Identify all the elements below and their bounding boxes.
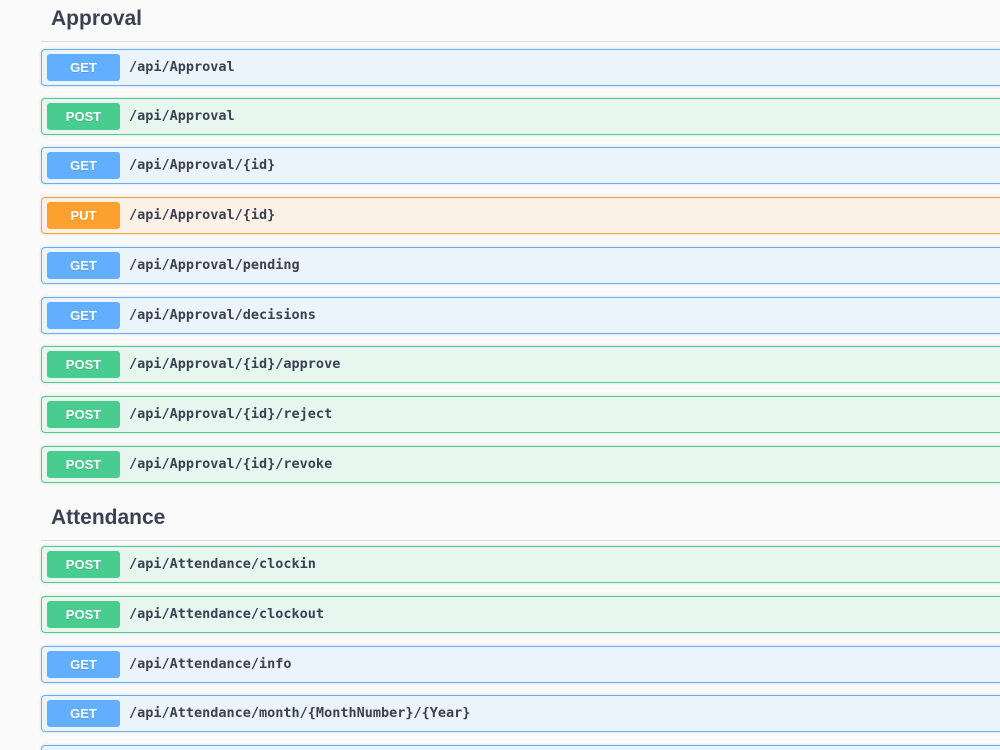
method-badge: POST: [47, 401, 120, 428]
method-badge: GET: [47, 302, 120, 329]
endpoint-path: /api/Attendance/month/{MonthNumber}/{Yea…: [129, 705, 471, 721]
operation-partial-row[interactable]: [41, 745, 1000, 750]
method-badge: GET: [47, 152, 120, 179]
tag-title: Attendance: [51, 506, 166, 529]
endpoint-path: /api/Attendance/clockout: [129, 606, 325, 622]
endpoint-path: /api/Approval/pending: [129, 257, 300, 273]
operation-post-approval[interactable]: POST /api/Approval: [41, 98, 1000, 135]
endpoint-path: /api/Approval/{id}/approve: [129, 356, 341, 372]
endpoint-path: /api/Approval: [129, 108, 235, 124]
tag-title: Approval: [51, 7, 143, 30]
method-badge: POST: [47, 451, 120, 478]
operation-post-attendance-clockout[interactable]: POST /api/Attendance/clockout: [41, 596, 1000, 633]
operation-get-approval-id[interactable]: GET /api/Approval/{id}: [41, 147, 1000, 184]
endpoint-path: /api/Approval/{id}: [129, 157, 276, 173]
operation-get-approval-pending[interactable]: GET /api/Approval/pending: [41, 247, 1000, 284]
method-badge: POST: [47, 351, 120, 378]
endpoint-path: /api/Approval/{id}/reject: [129, 406, 333, 422]
endpoint-path: /api/Approval/{id}: [129, 207, 276, 223]
operation-get-attendance-info[interactable]: GET /api/Attendance/info: [41, 646, 1000, 683]
tag-header-attendance[interactable]: Attendance: [41, 499, 1000, 541]
operation-get-approval-decisions[interactable]: GET /api/Approval/decisions: [41, 297, 1000, 334]
endpoint-path: /api/Attendance/info: [129, 656, 292, 672]
method-badge: PUT: [47, 202, 120, 229]
method-badge: POST: [47, 601, 120, 628]
swagger-page: Approval GET /api/Approval POST /api/App…: [0, 0, 1000, 750]
method-badge: GET: [47, 700, 120, 727]
operation-put-approval-id[interactable]: PUT /api/Approval/{id}: [41, 197, 1000, 234]
operation-post-attendance-clockin[interactable]: POST /api/Attendance/clockin: [41, 546, 1000, 583]
operation-post-approval-revoke[interactable]: POST /api/Approval/{id}/revoke: [41, 446, 1000, 483]
method-badge: GET: [47, 54, 120, 81]
endpoint-path: /api/Attendance/clockin: [129, 556, 316, 572]
operation-get-approval[interactable]: GET /api/Approval: [41, 49, 1000, 86]
operation-post-approval-reject[interactable]: POST /api/Approval/{id}/reject: [41, 396, 1000, 433]
operation-post-approval-approve[interactable]: POST /api/Approval/{id}/approve: [41, 346, 1000, 383]
method-badge: GET: [47, 651, 120, 678]
method-badge: GET: [47, 252, 120, 279]
endpoint-path: /api/Approval: [129, 59, 235, 75]
endpoint-path: /api/Approval/decisions: [129, 307, 316, 323]
endpoint-path: /api/Approval/{id}/revoke: [129, 456, 333, 472]
method-badge: POST: [47, 551, 120, 578]
tag-header-approval[interactable]: Approval: [41, 0, 1000, 42]
operation-get-attendance-month[interactable]: GET /api/Attendance/month/{MonthNumber}/…: [41, 695, 1000, 732]
method-badge: POST: [47, 103, 120, 130]
